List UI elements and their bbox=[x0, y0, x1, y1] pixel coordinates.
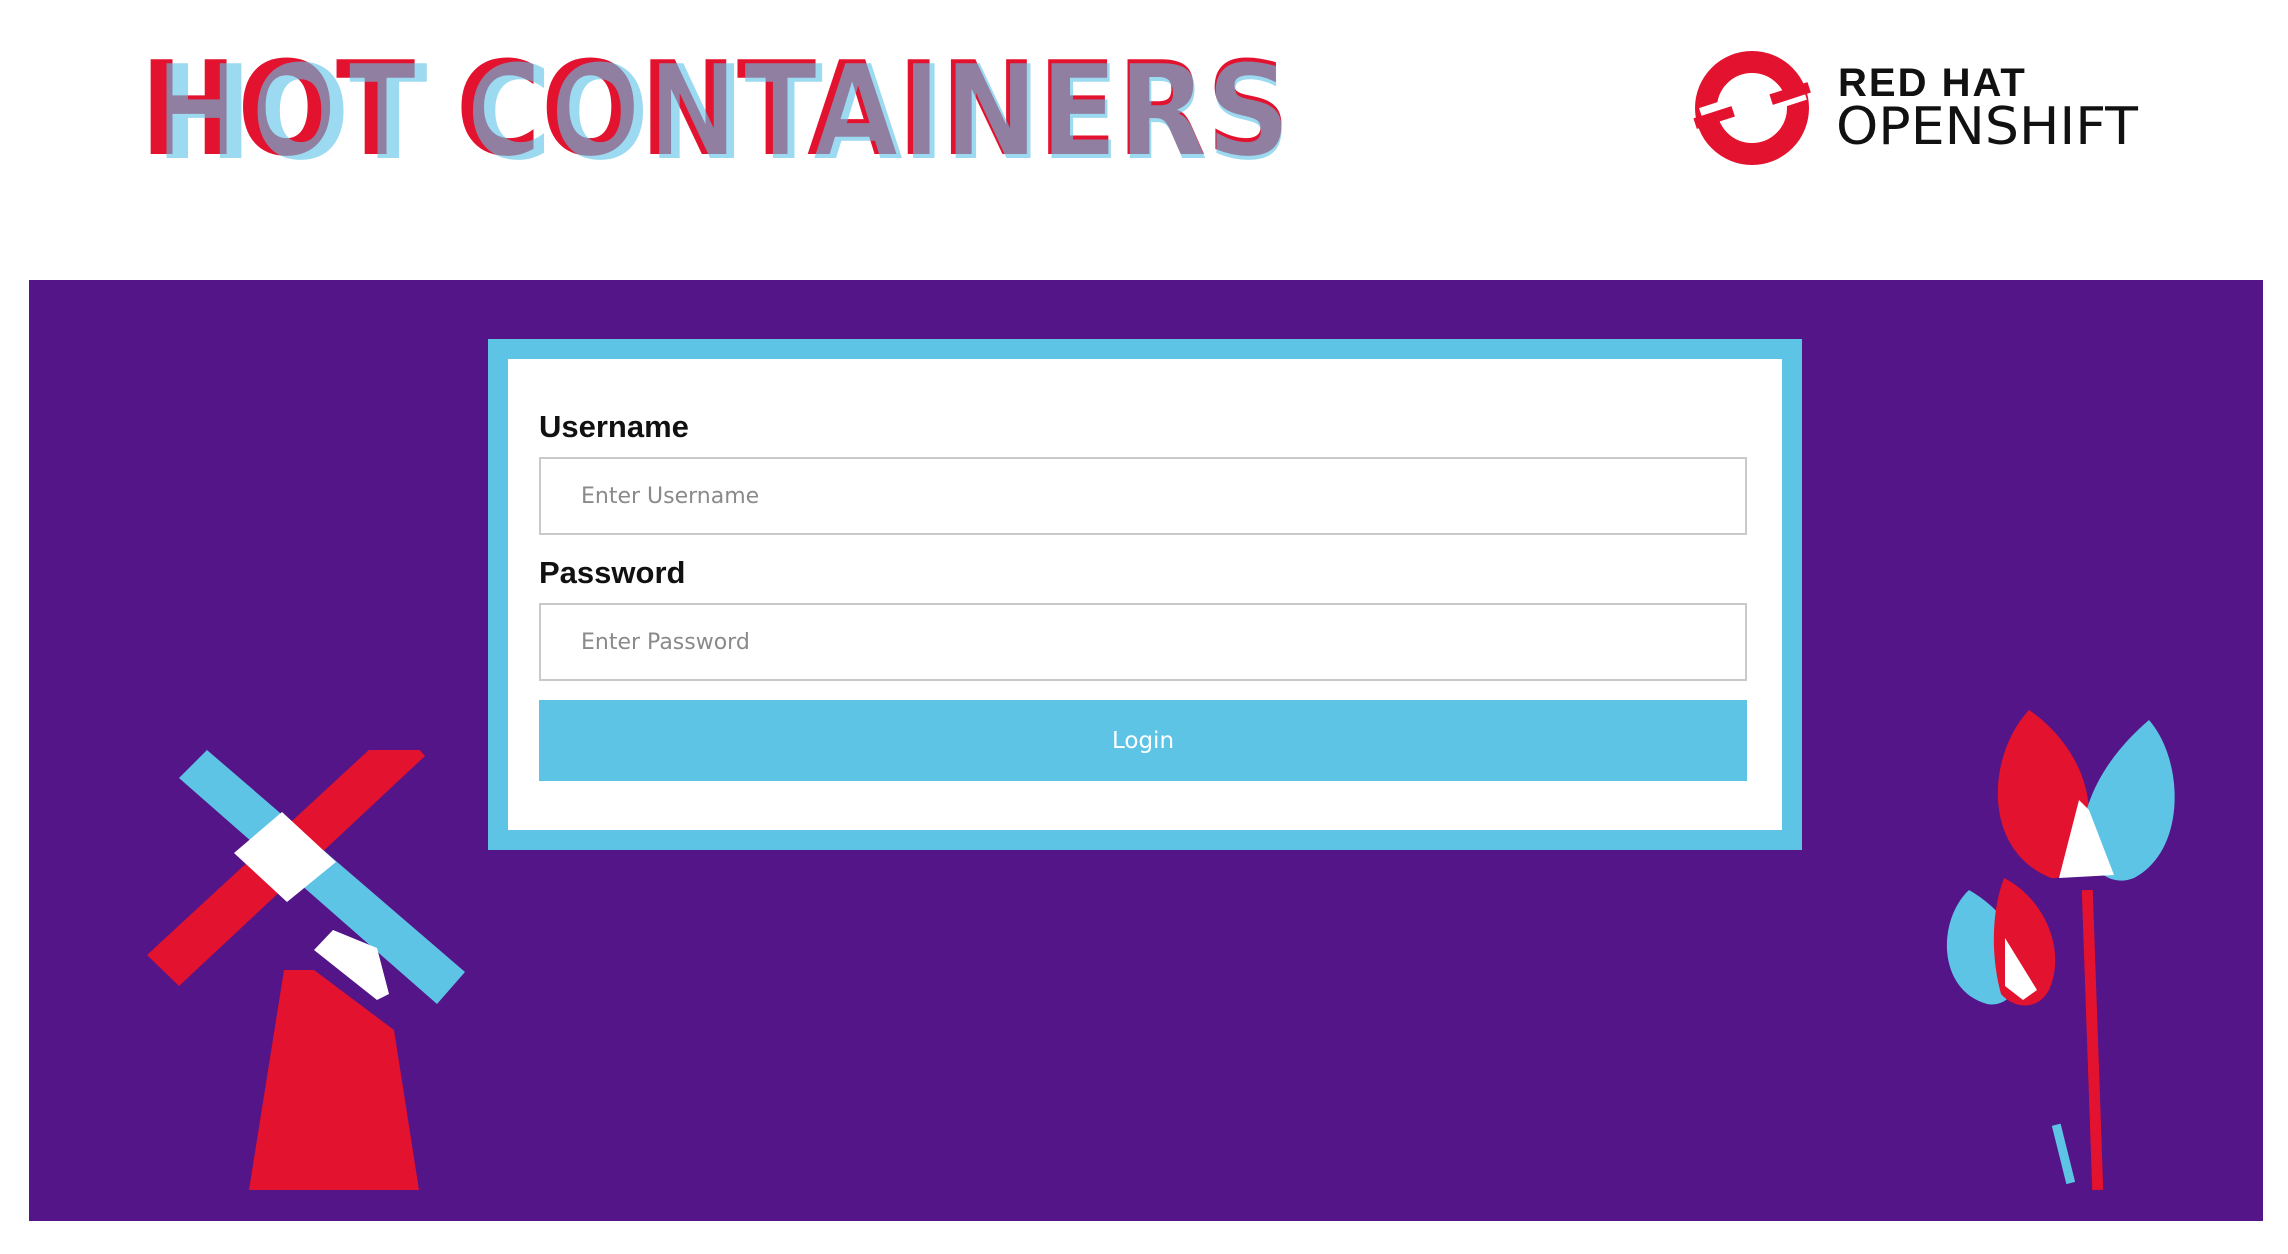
login-stage: Username Password Login bbox=[29, 280, 2263, 1221]
tulips-icon bbox=[1946, 710, 2175, 1191]
password-input[interactable] bbox=[539, 603, 1747, 681]
hot-containers-title-overlay: HOT CONTAINERS bbox=[156, 37, 1290, 176]
openshift-ring-icon bbox=[1693, 51, 1811, 165]
login-form: Username Password Login bbox=[488, 339, 1802, 850]
windmill-icon bbox=[147, 750, 465, 1190]
login-button[interactable]: Login bbox=[539, 700, 1747, 781]
username-label: Username bbox=[539, 409, 689, 444]
username-input[interactable] bbox=[539, 457, 1747, 535]
red-hat-openshift-logo: RED HAT OPENSHIFT bbox=[1693, 51, 2138, 165]
password-label: Password bbox=[539, 555, 686, 590]
page-header: HOT CONTAINERS HOT CONTAINERS RED HAT OP… bbox=[0, 0, 2288, 280]
openshift-wordmark: OPENSHIFT bbox=[1836, 97, 2138, 157]
hot-containers-logo: HOT CONTAINERS HOT CONTAINERS bbox=[140, 36, 1290, 176]
